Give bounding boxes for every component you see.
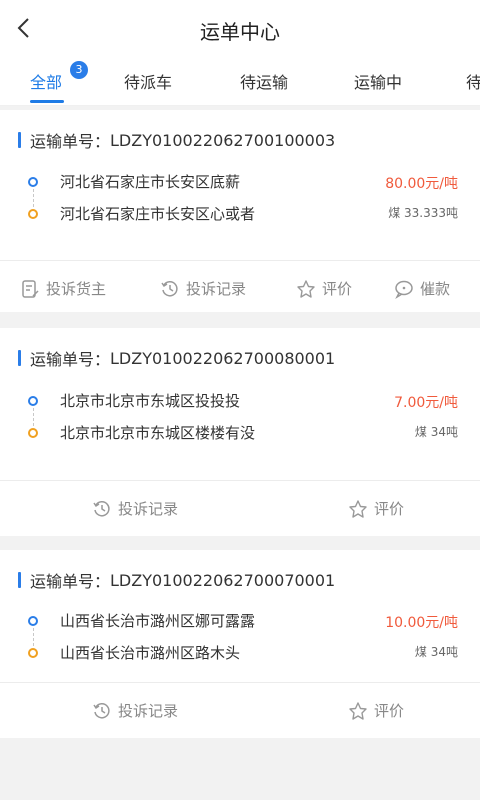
rating-icon xyxy=(297,279,315,298)
destination-dot xyxy=(28,428,38,438)
destination-dot xyxy=(28,209,38,219)
origin-address: 山西省长治市潞州区娜可露露 xyxy=(60,612,256,630)
rating-icon xyxy=(349,499,367,518)
order-marker xyxy=(18,572,21,588)
rate-label: 评价 xyxy=(374,702,405,720)
destination-address: 山西省长治市潞州区路木头 xyxy=(60,644,241,662)
rate-label: 评价 xyxy=(374,500,405,518)
order-marker xyxy=(18,132,21,148)
urge-payment-button[interactable]: 催款 xyxy=(394,278,450,299)
cargo-info: 煤 34吨 xyxy=(414,425,458,439)
order-actions: 投诉记录 评价 xyxy=(0,682,480,738)
history-icon xyxy=(161,280,178,296)
complaint-history-label: 投诉记录 xyxy=(118,500,179,518)
order-marker xyxy=(18,350,21,366)
route-connector xyxy=(33,628,34,646)
cargo-info: 煤 33.333吨 xyxy=(388,206,458,220)
rate-button[interactable]: 评价 xyxy=(348,498,404,519)
freight-price: 80.00元/吨 xyxy=(385,176,458,192)
rate-button[interactable]: 评价 xyxy=(348,700,404,721)
complaint-history-button[interactable]: 投诉记录 xyxy=(92,498,178,519)
route-connector xyxy=(33,408,34,426)
order-number-label: 运输单号： xyxy=(30,350,111,369)
complaint-history-label: 投诉记录 xyxy=(186,280,247,298)
order-card[interactable]: 运输单号： LDZY010022062700070001 山西省长治市潞州区娜可… xyxy=(0,550,480,738)
order-number-value: LDZY010022062700070001 xyxy=(110,570,336,590)
rate-button[interactable]: 评价 xyxy=(296,278,352,299)
order-number: 运输单号： LDZY010022062700070001 xyxy=(18,568,335,592)
origin-address: 北京市北京市东城区投投投 xyxy=(60,392,241,410)
tab-all[interactable]: 全部 xyxy=(30,69,62,93)
origin-dot xyxy=(28,616,38,626)
order-actions: 投诉记录 评价 xyxy=(0,480,480,536)
complain-shipper-label: 投诉货主 xyxy=(46,280,107,298)
order-card[interactable]: 运输单号： LDZY010022062700100003 河北省石家庄市长安区底… xyxy=(0,110,480,312)
history-icon xyxy=(93,702,110,718)
order-number: 运输单号： LDZY010022062700100003 xyxy=(18,128,335,152)
freight-price: 10.00元/吨 xyxy=(385,615,458,631)
origin-dot xyxy=(28,177,38,187)
order-number-value: LDZY010022062700100003 xyxy=(110,130,336,150)
tab-pending-dispatch[interactable]: 待派车 xyxy=(124,69,172,93)
order-card[interactable]: 运输单号： LDZY010022062700080001 北京市北京市东城区投投… xyxy=(0,328,480,536)
order-number-label: 运输单号： xyxy=(30,572,111,591)
tab-pending-transport[interactable]: 待运输 xyxy=(240,69,288,93)
destination-address: 河北省石家庄市长安区心或者 xyxy=(60,205,256,223)
active-tab-indicator xyxy=(30,100,64,103)
history-icon xyxy=(93,500,110,516)
tab-all-count-badge: 3 xyxy=(70,61,88,79)
rate-label: 评价 xyxy=(322,280,353,298)
header-bar: 运单中心 xyxy=(0,0,480,56)
order-number-value: LDZY010022062700080001 xyxy=(110,348,336,368)
complaint-history-button[interactable]: 投诉记录 xyxy=(160,278,246,299)
urge-payment-label: 催款 xyxy=(420,280,451,298)
tab-partial[interactable]: 待 xyxy=(466,69,480,93)
complaint-history-label: 投诉记录 xyxy=(118,702,179,720)
cargo-info: 煤 34吨 xyxy=(414,645,458,659)
order-number-label: 运输单号： xyxy=(30,132,111,151)
tab-in-transit[interactable]: 运输中 xyxy=(354,69,402,93)
rating-icon xyxy=(349,701,367,720)
payment-reminder-icon xyxy=(395,280,413,299)
origin-address: 河北省石家庄市长安区底薪 xyxy=(60,173,241,191)
destination-address: 北京市北京市东城区楼楼有没 xyxy=(60,424,256,442)
order-actions: 投诉货主 投诉记录 评价 催款 xyxy=(0,260,480,316)
page-title: 运单中心 xyxy=(200,20,280,44)
freight-price: 7.00元/吨 xyxy=(394,395,458,411)
destination-dot xyxy=(28,648,38,658)
order-number: 运输单号： LDZY010022062700080001 xyxy=(18,346,335,370)
complaint-history-button[interactable]: 投诉记录 xyxy=(92,700,178,721)
complain-icon xyxy=(22,279,39,298)
origin-dot xyxy=(28,396,38,406)
route-connector xyxy=(33,189,34,207)
complain-shipper-button[interactable]: 投诉货主 xyxy=(20,278,106,299)
